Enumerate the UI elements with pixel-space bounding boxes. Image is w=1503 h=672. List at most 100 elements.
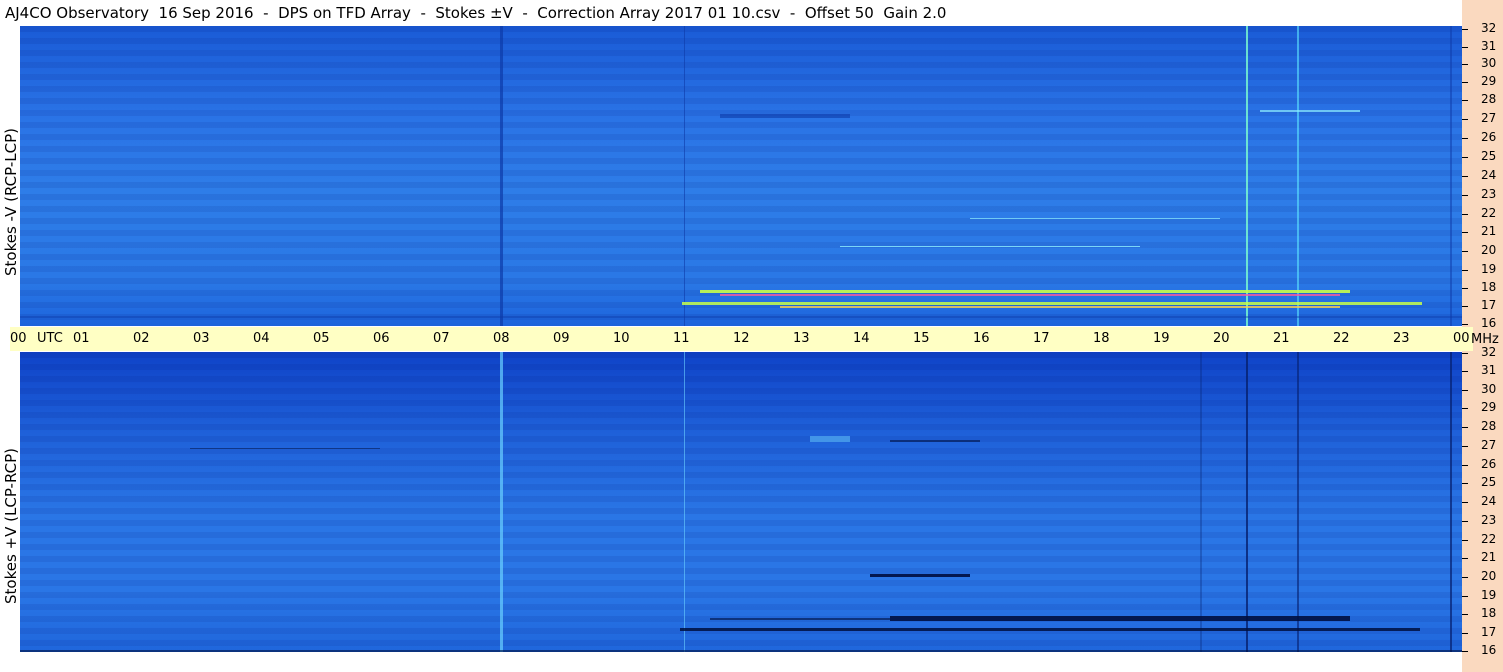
freq-tick: [1462, 577, 1468, 578]
freq-tick: [1462, 119, 1468, 120]
hour-label: 16: [973, 331, 990, 346]
freq-label: 30: [1481, 382, 1497, 396]
hour-label: 10: [613, 331, 630, 346]
band: [810, 436, 850, 442]
vline: [684, 352, 685, 652]
freq-label: 19: [1481, 588, 1497, 602]
hour-label: 05: [313, 331, 330, 346]
freq-tick: [1462, 29, 1468, 30]
band: [20, 316, 1462, 318]
freq-tick: [1462, 47, 1468, 48]
hour-label: 12: [733, 331, 750, 346]
freq-label: 30: [1481, 56, 1497, 70]
hour-label: 22: [1333, 331, 1350, 346]
freq-label: 16: [1481, 643, 1497, 657]
freq-tick: [1462, 64, 1468, 65]
utc-label: UTC: [37, 331, 63, 346]
freq-tick: [1462, 176, 1468, 177]
band: [870, 574, 970, 577]
freq-label: 32: [1481, 345, 1497, 359]
freq-tick: [1462, 138, 1468, 139]
hour-label: 07: [433, 331, 450, 346]
freq-tick: [1462, 251, 1468, 252]
band: [710, 618, 890, 620]
spectrogram-bottom: [20, 352, 1462, 652]
spectrogram-top-features: [20, 26, 1462, 326]
top-panel-ylabel: Stokes -V (RCP-LCP): [2, 128, 20, 276]
freq-tick: [1462, 502, 1468, 503]
spectrogram-top: [20, 26, 1462, 326]
freq-tick: [1462, 232, 1468, 233]
freq-label: 18: [1481, 280, 1497, 294]
hour-label: 20: [1213, 331, 1230, 346]
freq-label: 24: [1481, 494, 1497, 508]
band: [700, 290, 1350, 293]
freq-tick: [1462, 214, 1468, 215]
hour-label: 01: [73, 331, 90, 346]
freq-tick: [1462, 651, 1468, 652]
hour-label: 18: [1093, 331, 1110, 346]
freq-label: 16: [1481, 316, 1497, 330]
freq-label: 22: [1481, 532, 1497, 546]
freq-tick: [1462, 446, 1468, 447]
freq-tick: [1462, 324, 1468, 325]
bottom-panel-ylabel: Stokes +V (LCP-RCP): [2, 448, 20, 604]
freq-tick: [1462, 614, 1468, 615]
freq-label: 26: [1481, 130, 1497, 144]
freq-label: 29: [1481, 400, 1497, 414]
hour-label: 00: [10, 331, 27, 346]
freq-label: 25: [1481, 475, 1497, 489]
freq-tick: [1462, 408, 1468, 409]
freq-tick: [1462, 633, 1468, 634]
vline: [500, 26, 503, 326]
freq-label: 25: [1481, 149, 1497, 163]
vline: [1246, 26, 1248, 326]
vline: [1200, 352, 1202, 652]
hour-label: 15: [913, 331, 930, 346]
band: [720, 294, 1340, 296]
freq-label: 22: [1481, 206, 1497, 220]
freq-label: 27: [1481, 438, 1497, 452]
freq-label: 20: [1481, 569, 1497, 583]
hour-label: 14: [853, 331, 870, 346]
hour-label: 04: [253, 331, 270, 346]
freq-label: 17: [1481, 625, 1497, 639]
freq-tick: [1462, 270, 1468, 271]
hour-label: 09: [553, 331, 570, 346]
band: [190, 448, 380, 449]
band: [970, 218, 1220, 219]
freq-tick: [1462, 540, 1468, 541]
spectrogram-bottom-features: [20, 352, 1462, 652]
hour-label: 08: [493, 331, 510, 346]
time-axis: 00 UTC 01 02 03 04 05 06 07 08 09 10 11 …: [10, 327, 1473, 351]
band: [780, 306, 1340, 308]
freq-label: 26: [1481, 457, 1497, 471]
freq-label: 27: [1481, 111, 1497, 125]
page-title: AJ4CO Observatory 16 Sep 2016 - DPS on T…: [5, 4, 947, 22]
band: [890, 616, 1350, 621]
freq-label: 21: [1481, 550, 1497, 564]
freq-tick: [1462, 371, 1468, 372]
freq-label: 23: [1481, 187, 1497, 201]
freq-label: 23: [1481, 513, 1497, 527]
vline: [1297, 352, 1299, 652]
band: [840, 246, 1140, 247]
band: [680, 628, 1420, 631]
vline: [1450, 352, 1452, 652]
freq-label: 18: [1481, 606, 1497, 620]
vline: [1450, 26, 1452, 326]
freq-tick: [1462, 157, 1468, 158]
hour-label: 02: [133, 331, 150, 346]
freq-label: 32: [1481, 21, 1497, 35]
hour-label: 00: [1453, 331, 1470, 346]
freq-tick: [1462, 100, 1468, 101]
freq-label: 29: [1481, 74, 1497, 88]
freq-label: 28: [1481, 92, 1497, 106]
freq-tick: [1462, 521, 1468, 522]
freq-label: 24: [1481, 168, 1497, 182]
freq-label: 19: [1481, 262, 1497, 276]
hour-label: 11: [673, 331, 690, 346]
freq-tick: [1462, 195, 1468, 196]
hour-label: 23: [1393, 331, 1410, 346]
freq-label: 21: [1481, 224, 1497, 238]
